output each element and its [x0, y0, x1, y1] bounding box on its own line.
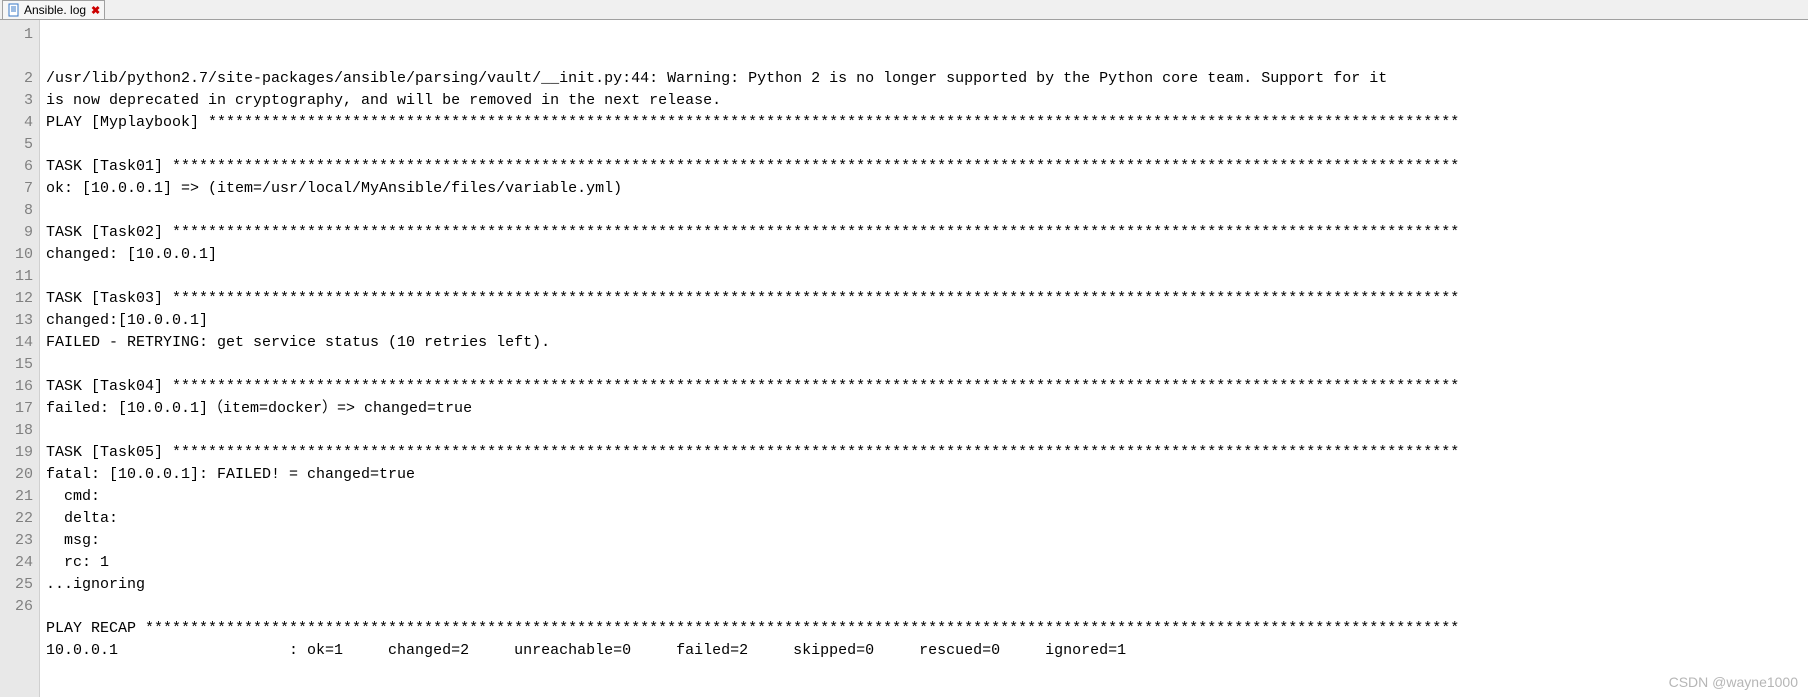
line-number: 25: [4, 574, 33, 596]
line-number: 13: [4, 310, 33, 332]
close-icon[interactable]: ✖: [91, 4, 100, 17]
code-line: [46, 354, 1802, 376]
line-number: [4, 46, 33, 68]
code-line: TASK [Task03] **************************…: [46, 288, 1802, 310]
line-number: 6: [4, 156, 33, 178]
code-line: PLAY [Myplaybook] **********************…: [46, 112, 1802, 134]
line-number: 19: [4, 442, 33, 464]
code-line: rc: 1: [46, 552, 1802, 574]
code-line: [46, 596, 1802, 618]
line-number: 10: [4, 244, 33, 266]
code-line: is now deprecated in cryptography, and w…: [46, 90, 1802, 112]
line-number: 20: [4, 464, 33, 486]
line-number: 4: [4, 112, 33, 134]
line-number: 8: [4, 200, 33, 222]
code-line: PLAY RECAP *****************************…: [46, 618, 1802, 640]
code-line: TASK [Task04] **************************…: [46, 376, 1802, 398]
line-number: 1: [4, 24, 33, 46]
line-number: 26: [4, 596, 33, 618]
code-line: TASK [Task01] **************************…: [46, 156, 1802, 178]
file-tab[interactable]: Ansible. log ✖: [2, 0, 105, 19]
tab-filename: Ansible. log: [24, 3, 86, 17]
line-number: 22: [4, 508, 33, 530]
line-number: 9: [4, 222, 33, 244]
code-line: TASK [Task02] **************************…: [46, 222, 1802, 244]
code-line: changed:[10.0.0.1]: [46, 310, 1802, 332]
code-line: changed: [10.0.0.1]: [46, 244, 1802, 266]
code-line: cmd:: [46, 486, 1802, 508]
line-number-gutter: 1234567891011121314151617181920212223242…: [0, 20, 40, 697]
line-number: 15: [4, 354, 33, 376]
line-number: 23: [4, 530, 33, 552]
code-content[interactable]: /usr/lib/python2.7/site-packages/ansible…: [40, 20, 1808, 697]
code-line: TASK [Task05] **************************…: [46, 442, 1802, 464]
code-line: ...ignoring: [46, 574, 1802, 596]
code-line: 10.0.0.1 : ok=1 changed=2 unreachable=0 …: [46, 640, 1802, 662]
line-number: 16: [4, 376, 33, 398]
editor-area: 1234567891011121314151617181920212223242…: [0, 20, 1808, 697]
code-line: [46, 134, 1802, 156]
line-number: 2: [4, 68, 33, 90]
code-line: /usr/lib/python2.7/site-packages/ansible…: [46, 68, 1802, 90]
code-line: msg:: [46, 530, 1802, 552]
line-number: 24: [4, 552, 33, 574]
code-line: delta:: [46, 508, 1802, 530]
line-number: 12: [4, 288, 33, 310]
code-line: [46, 266, 1802, 288]
line-number: 14: [4, 332, 33, 354]
watermark: CSDN @wayne1000: [1669, 671, 1798, 693]
line-number: 17: [4, 398, 33, 420]
code-line: [46, 420, 1802, 442]
code-line: [46, 200, 1802, 222]
line-number: 5: [4, 134, 33, 156]
code-line: ok: [10.0.0.1] => (item=/usr/local/MyAns…: [46, 178, 1802, 200]
line-number: 21: [4, 486, 33, 508]
code-line: fatal: [10.0.0.1]: FAILED! = changed=tru…: [46, 464, 1802, 486]
file-icon: [7, 3, 21, 17]
line-number: 3: [4, 90, 33, 112]
tab-bar: Ansible. log ✖: [0, 0, 1808, 20]
line-number: 18: [4, 420, 33, 442]
line-number: 11: [4, 266, 33, 288]
line-number: 7: [4, 178, 33, 200]
code-line: failed: [10.0.0.1]（item=docker）=> change…: [46, 398, 1802, 420]
code-line: FAILED - RETRYING: get service status (1…: [46, 332, 1802, 354]
